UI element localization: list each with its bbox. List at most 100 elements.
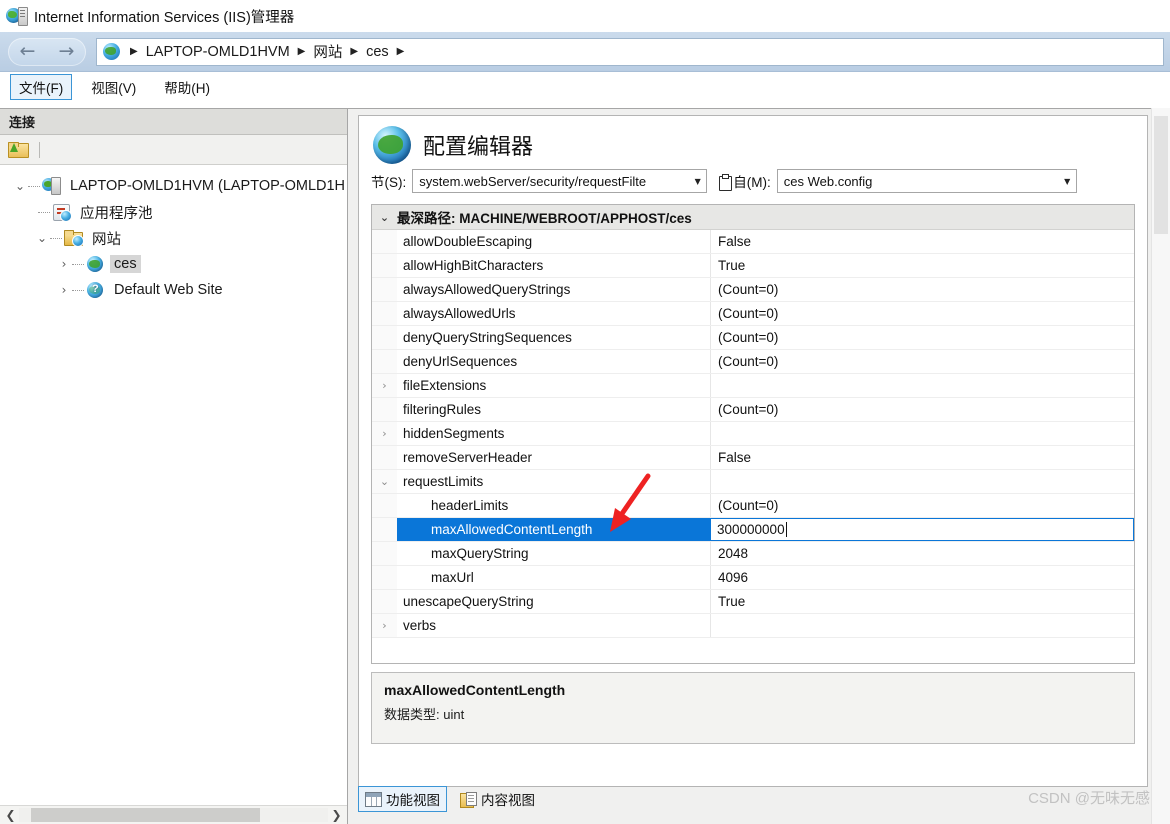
- row-spacer: [372, 278, 397, 301]
- property-value[interactable]: [711, 614, 1134, 637]
- breadcrumb-item-server[interactable]: LAPTOP-OMLD1HVM: [146, 44, 290, 60]
- connections-horizontal-scrollbar[interactable]: ❮ ❯: [0, 805, 347, 824]
- chevron-down-icon[interactable]: ⌄: [372, 470, 397, 493]
- property-value[interactable]: True: [711, 254, 1134, 277]
- property-value[interactable]: False: [711, 230, 1134, 253]
- property-value[interactable]: 4096: [711, 566, 1134, 589]
- property-value[interactable]: (Count=0): [711, 398, 1134, 421]
- property-value[interactable]: (Count=0): [711, 278, 1134, 301]
- property-name[interactable]: maxAllowedContentLength: [397, 518, 711, 541]
- workspace: 连接 ⌄ LAPTOP-OMLD1HVM (LAPTOP-OMLD1H 应用程序…: [0, 108, 1170, 824]
- property-name[interactable]: allowDoubleEscaping: [397, 230, 711, 253]
- property-row[interactable]: maxUrl 4096: [372, 566, 1134, 590]
- property-row[interactable]: filteringRules (Count=0): [372, 398, 1134, 422]
- tree-item-server-label: LAPTOP-OMLD1HVM (LAPTOP-OMLD1H: [70, 178, 346, 194]
- property-name[interactable]: maxQueryString: [397, 542, 711, 565]
- property-row[interactable]: allowHighBitCharacters True: [372, 254, 1134, 278]
- property-value[interactable]: False: [711, 446, 1134, 469]
- property-name[interactable]: alwaysAllowedQueryStrings: [397, 278, 711, 301]
- property-name[interactable]: hiddenSegments: [397, 422, 711, 445]
- row-spacer: [372, 566, 397, 589]
- property-row[interactable]: ⌄ requestLimits: [372, 470, 1134, 494]
- property-name[interactable]: denyUrlSequences: [397, 350, 711, 373]
- tree-item-ces[interactable]: › ces: [8, 251, 347, 277]
- property-row[interactable]: maxAllowedContentLength 300000000: [372, 518, 1134, 542]
- breadcrumb[interactable]: ▶ LAPTOP-OMLD1HVM ▶ 网站 ▶ ces ▶: [96, 37, 1164, 66]
- property-name[interactable]: requestLimits: [397, 470, 711, 493]
- breadcrumb-item-ces[interactable]: ces: [366, 44, 389, 60]
- property-value[interactable]: 2048: [711, 542, 1134, 565]
- property-value[interactable]: (Count=0): [711, 494, 1134, 517]
- menu-item-view[interactable]: 视图(V): [82, 74, 145, 100]
- menu-item-help[interactable]: 帮助(H): [155, 74, 219, 100]
- property-value[interactable]: [711, 374, 1134, 397]
- chevron-down-icon[interactable]: ▼: [689, 177, 706, 186]
- property-name[interactable]: fileExtensions: [397, 374, 711, 397]
- tree-item-server[interactable]: ⌄ LAPTOP-OMLD1HVM (LAPTOP-OMLD1H: [8, 173, 347, 199]
- chevron-down-icon[interactable]: ▼: [1059, 177, 1076, 186]
- arrow-right-icon[interactable]: →: [59, 42, 75, 61]
- menu-item-file[interactable]: 文件(F): [10, 74, 73, 100]
- property-value[interactable]: [711, 422, 1134, 445]
- arrow-left-icon[interactable]: ←: [20, 42, 36, 61]
- app-pool-icon: [52, 203, 72, 222]
- property-name[interactable]: filteringRules: [397, 398, 711, 421]
- property-name[interactable]: unescapeQueryString: [397, 590, 711, 613]
- property-name[interactable]: maxUrl: [397, 566, 711, 589]
- property-row[interactable]: headerLimits (Count=0): [372, 494, 1134, 518]
- property-row[interactable]: › fileExtensions: [372, 374, 1134, 398]
- property-row[interactable]: alwaysAllowedUrls (Count=0): [372, 302, 1134, 326]
- property-name[interactable]: denyQueryStringSequences: [397, 326, 711, 349]
- scrollbar-thumb[interactable]: [31, 808, 261, 822]
- property-value[interactable]: (Count=0): [711, 326, 1134, 349]
- tab-content-view[interactable]: 内容视图: [453, 786, 542, 812]
- property-value[interactable]: (Count=0): [711, 302, 1134, 325]
- tree-item-default-web-site[interactable]: › ? Default Web Site: [8, 277, 347, 303]
- chevron-right-icon[interactable]: ›: [372, 374, 397, 397]
- property-grid: ⌄ 最深路径: MACHINE/WEBROOT/APPHOST/ces allo…: [371, 204, 1135, 664]
- property-name[interactable]: headerLimits: [397, 494, 711, 517]
- chevron-down-icon[interactable]: ⌄: [12, 180, 28, 192]
- from-dropdown[interactable]: ces Web.config ▼: [776, 169, 1077, 193]
- row-spacer: [372, 254, 397, 277]
- property-row[interactable]: maxQueryString 2048: [372, 542, 1134, 566]
- property-name[interactable]: verbs: [397, 614, 711, 637]
- chevron-down-icon[interactable]: ⌄: [34, 232, 50, 244]
- property-row[interactable]: removeServerHeader False: [372, 446, 1134, 470]
- chevron-down-icon[interactable]: ⌄: [372, 211, 397, 224]
- tree-item-default-web-site-label: Default Web Site: [114, 282, 223, 298]
- property-row[interactable]: › verbs: [372, 614, 1134, 638]
- chevron-right-icon[interactable]: ›: [56, 284, 72, 296]
- property-row[interactable]: › hiddenSegments: [372, 422, 1134, 446]
- folder-green-arrow-icon[interactable]: [8, 141, 29, 158]
- scrollbar-track[interactable]: [19, 808, 328, 822]
- property-name[interactable]: alwaysAllowedUrls: [397, 302, 711, 325]
- property-row[interactable]: denyQueryStringSequences (Count=0): [372, 326, 1134, 350]
- scrollbar-thumb[interactable]: [1154, 116, 1168, 234]
- property-grid-group-header[interactable]: ⌄ 最深路径: MACHINE/WEBROOT/APPHOST/ces: [372, 205, 1134, 230]
- chevron-right-icon[interactable]: ›: [372, 422, 397, 445]
- property-name[interactable]: removeServerHeader: [397, 446, 711, 469]
- property-value[interactable]: [711, 470, 1134, 493]
- property-value-input[interactable]: 300000000: [711, 518, 1134, 541]
- tree-item-sites[interactable]: ⌄ 网站: [8, 225, 347, 251]
- property-value[interactable]: True: [711, 590, 1134, 613]
- section-dropdown[interactable]: system.webServer/security/requestFilte ▼: [412, 169, 708, 193]
- property-name[interactable]: allowHighBitCharacters: [397, 254, 711, 277]
- property-row[interactable]: unescapeQueryString True: [372, 590, 1134, 614]
- window-vertical-scrollbar[interactable]: [1151, 108, 1170, 824]
- property-row[interactable]: denyUrlSequences (Count=0): [372, 350, 1134, 374]
- property-row[interactable]: allowDoubleEscaping False: [372, 230, 1134, 254]
- tree-item-app-pools[interactable]: 应用程序池: [8, 199, 347, 225]
- breadcrumb-item-sites[interactable]: 网站: [313, 41, 342, 62]
- connections-pane-title: 连接: [0, 109, 347, 135]
- chevron-left-icon[interactable]: ❮: [2, 808, 19, 822]
- property-value[interactable]: (Count=0): [711, 350, 1134, 373]
- chevron-right-icon[interactable]: ›: [56, 258, 72, 270]
- tree-item-sites-label: 网站: [92, 231, 121, 248]
- chevron-right-icon[interactable]: ›: [372, 614, 397, 637]
- chevron-right-icon[interactable]: ❯: [328, 808, 345, 822]
- property-row[interactable]: alwaysAllowedQueryStrings (Count=0): [372, 278, 1134, 302]
- navigation-buttons[interactable]: ← →: [8, 37, 86, 66]
- tab-features-view[interactable]: 功能视图: [358, 786, 447, 812]
